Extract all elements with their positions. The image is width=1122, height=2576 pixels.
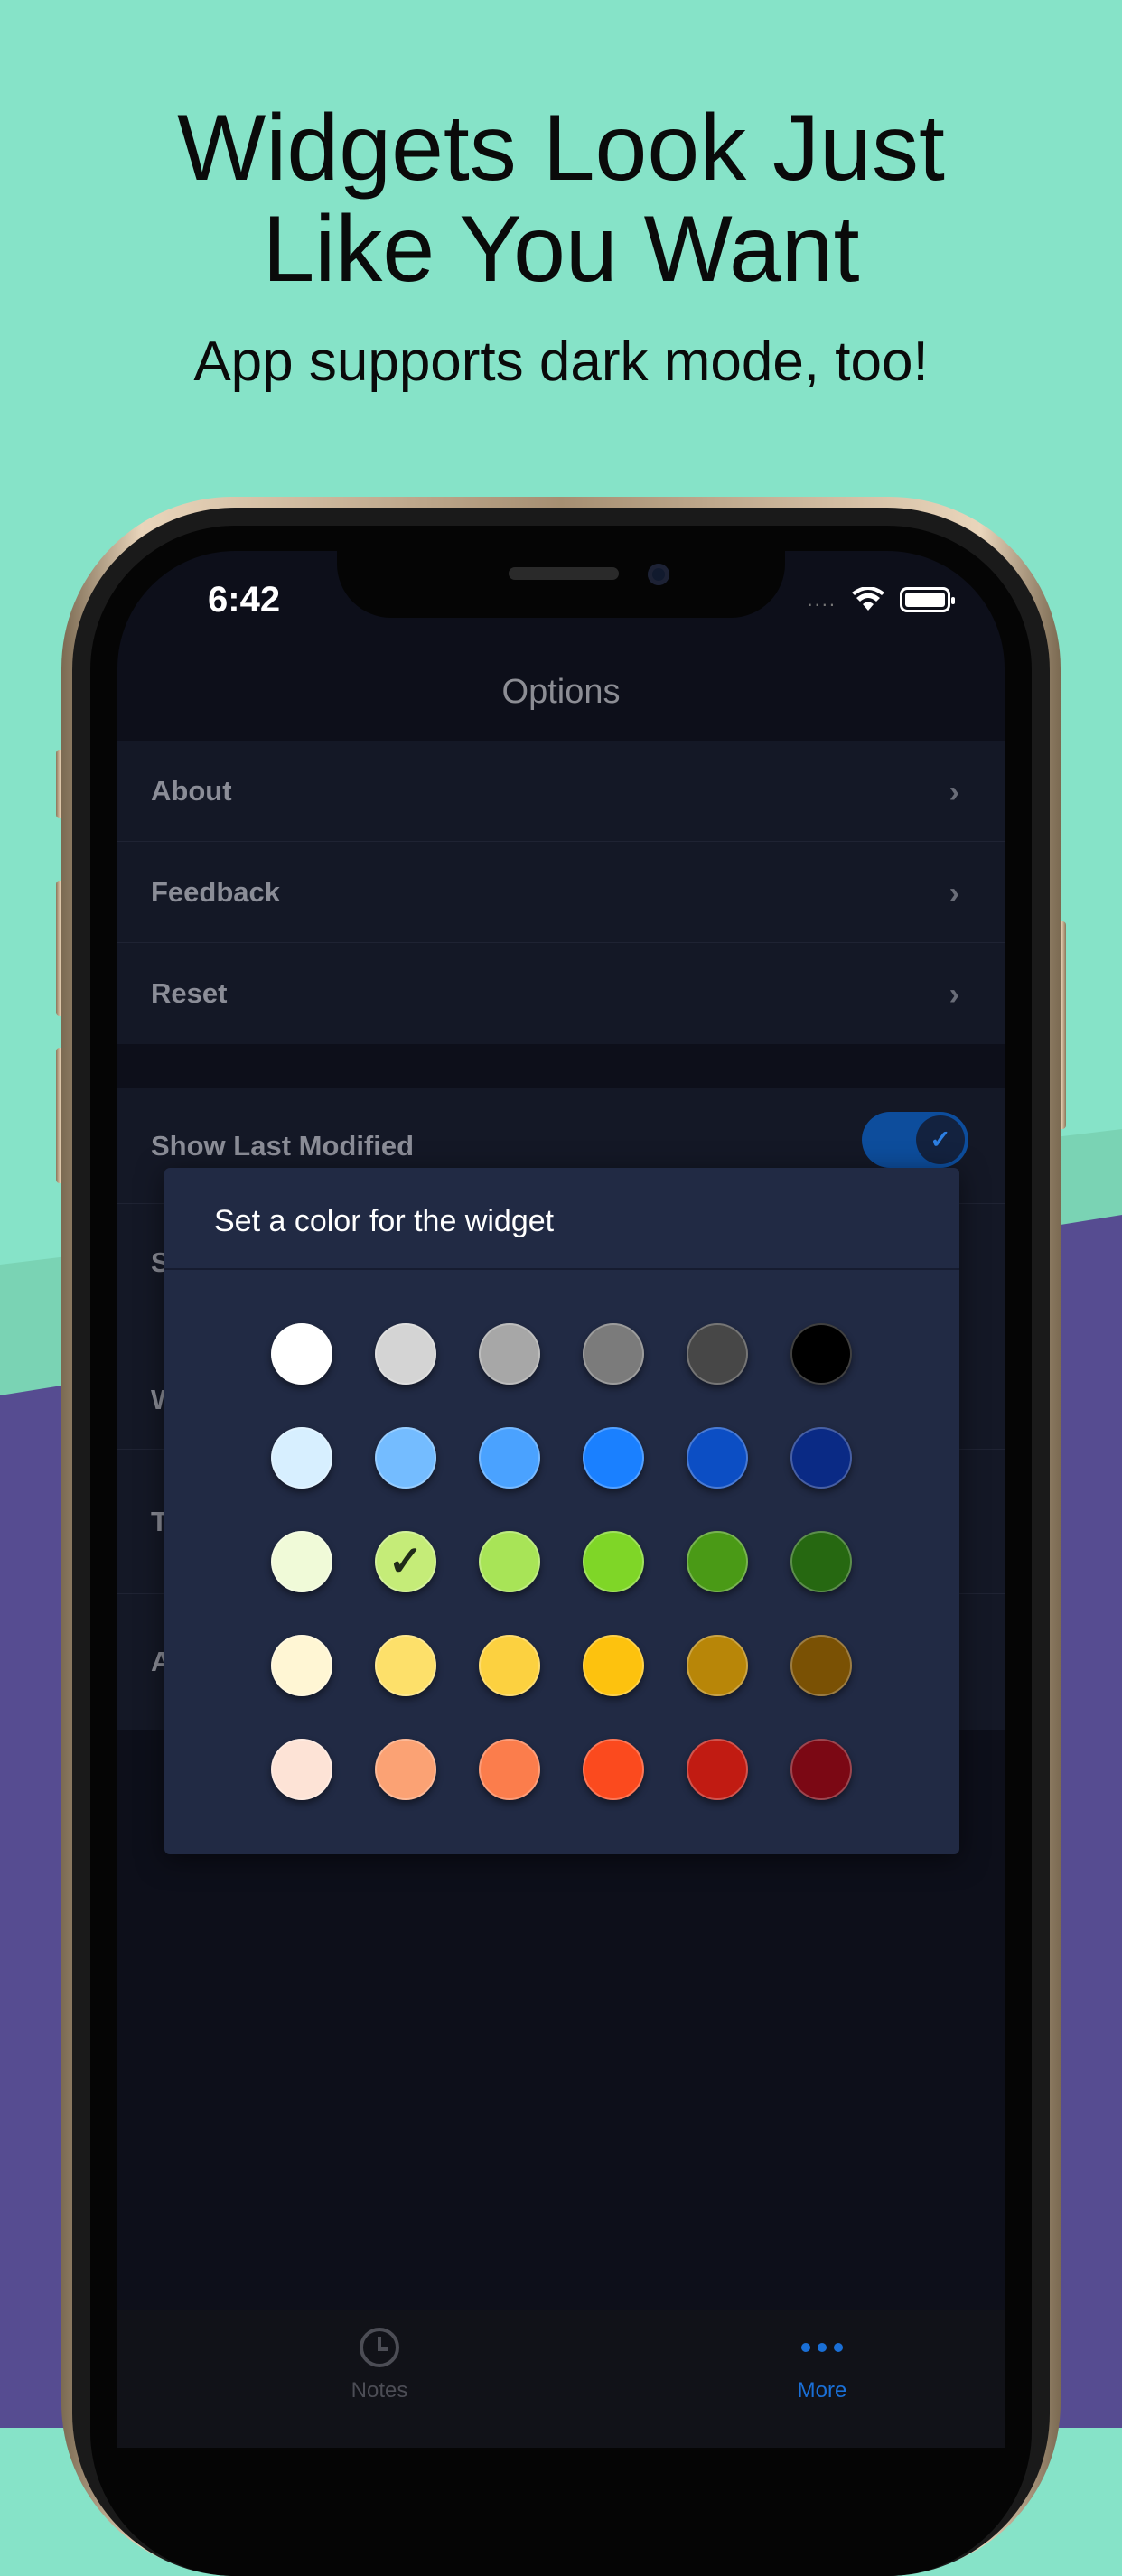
color-swatch[interactable] — [479, 1739, 540, 1800]
battery-icon — [900, 587, 955, 612]
dialog-title: Set a color for the widget — [214, 1204, 555, 1238]
headline-subtitle: App supports dark mode, too! — [193, 331, 929, 393]
color-swatch[interactable] — [271, 1635, 332, 1696]
status-icons: .... — [807, 587, 955, 612]
feedback-label: Feedback — [151, 875, 281, 908]
color-swatch[interactable] — [375, 1323, 436, 1385]
color-swatch[interactable] — [687, 1531, 748, 1592]
notch — [337, 551, 785, 618]
clock-icon — [360, 2328, 399, 2367]
headline: Widgets Look Just Like You Want — [0, 98, 1122, 300]
speaker — [509, 567, 619, 580]
tab-notes-label: Notes — [351, 2378, 408, 2403]
feedback-row[interactable]: Feedback › — [117, 842, 1005, 943]
chevron-right-icon: › — [949, 775, 959, 809]
status-time: 6:42 — [208, 580, 281, 620]
color-swatch[interactable] — [271, 1531, 332, 1592]
color-swatch[interactable] — [479, 1531, 540, 1592]
color-swatch[interactable] — [583, 1427, 644, 1489]
phone-screen: 6:42 .... Options About › Feedback › Res… — [117, 551, 1005, 2448]
color-swatch[interactable] — [479, 1635, 540, 1696]
tab-more-label: More — [797, 2378, 847, 2403]
show-last-modified-toggle[interactable]: ✓ — [862, 1112, 968, 1168]
color-swatch[interactable] — [687, 1739, 748, 1800]
reset-row[interactable]: Reset › — [117, 943, 1005, 1044]
checkmark-icon: ✓ — [388, 1537, 424, 1584]
color-swatch[interactable] — [479, 1323, 540, 1385]
page-title: Options — [501, 673, 621, 711]
chevron-right-icon: › — [949, 876, 959, 910]
color-swatch[interactable] — [375, 1635, 436, 1696]
color-swatch[interactable] — [271, 1739, 332, 1800]
headline-line-1: Widgets Look Just — [177, 96, 945, 201]
tab-notes[interactable]: Notes — [289, 2328, 470, 2403]
reset-label: Reset — [151, 977, 228, 1009]
color-picker-dialog: Set a color for the widget ✓ — [164, 1168, 959, 1854]
wifi-icon — [852, 587, 884, 611]
color-swatch[interactable]: ✓ — [375, 1531, 436, 1592]
color-swatch[interactable] — [790, 1323, 852, 1385]
signal-icon: .... — [807, 588, 837, 611]
headline-line-2: Like You Want — [262, 197, 860, 302]
color-swatch[interactable] — [687, 1427, 748, 1489]
camera — [648, 564, 669, 585]
color-swatch[interactable] — [271, 1323, 332, 1385]
color-swatch[interactable] — [583, 1323, 644, 1385]
color-swatch[interactable] — [790, 1635, 852, 1696]
show-last-modified-label: Show Last Modified — [151, 1129, 415, 1162]
color-swatch[interactable] — [790, 1531, 852, 1592]
about-label: About — [151, 774, 232, 807]
color-swatch[interactable] — [790, 1739, 852, 1800]
more-dots-icon — [732, 2328, 912, 2367]
color-swatch[interactable] — [479, 1427, 540, 1489]
color-swatch[interactable] — [790, 1427, 852, 1489]
about-row[interactable]: About › — [117, 741, 1005, 842]
tab-bar: Notes More — [117, 2310, 1005, 2448]
color-swatch[interactable] — [583, 1739, 644, 1800]
divider — [164, 1268, 959, 1270]
color-swatch[interactable] — [375, 1739, 436, 1800]
color-swatch[interactable] — [687, 1323, 748, 1385]
color-swatch[interactable] — [583, 1531, 644, 1592]
color-swatch[interactable] — [271, 1427, 332, 1489]
menu-group: About › Feedback › Reset › — [117, 741, 1005, 1044]
color-swatch[interactable] — [375, 1427, 436, 1489]
check-icon: ✓ — [916, 1115, 965, 1164]
tab-more[interactable]: More — [732, 2328, 912, 2403]
chevron-right-icon: › — [949, 977, 959, 1012]
color-swatch[interactable] — [687, 1635, 748, 1696]
color-swatch[interactable] — [583, 1635, 644, 1696]
